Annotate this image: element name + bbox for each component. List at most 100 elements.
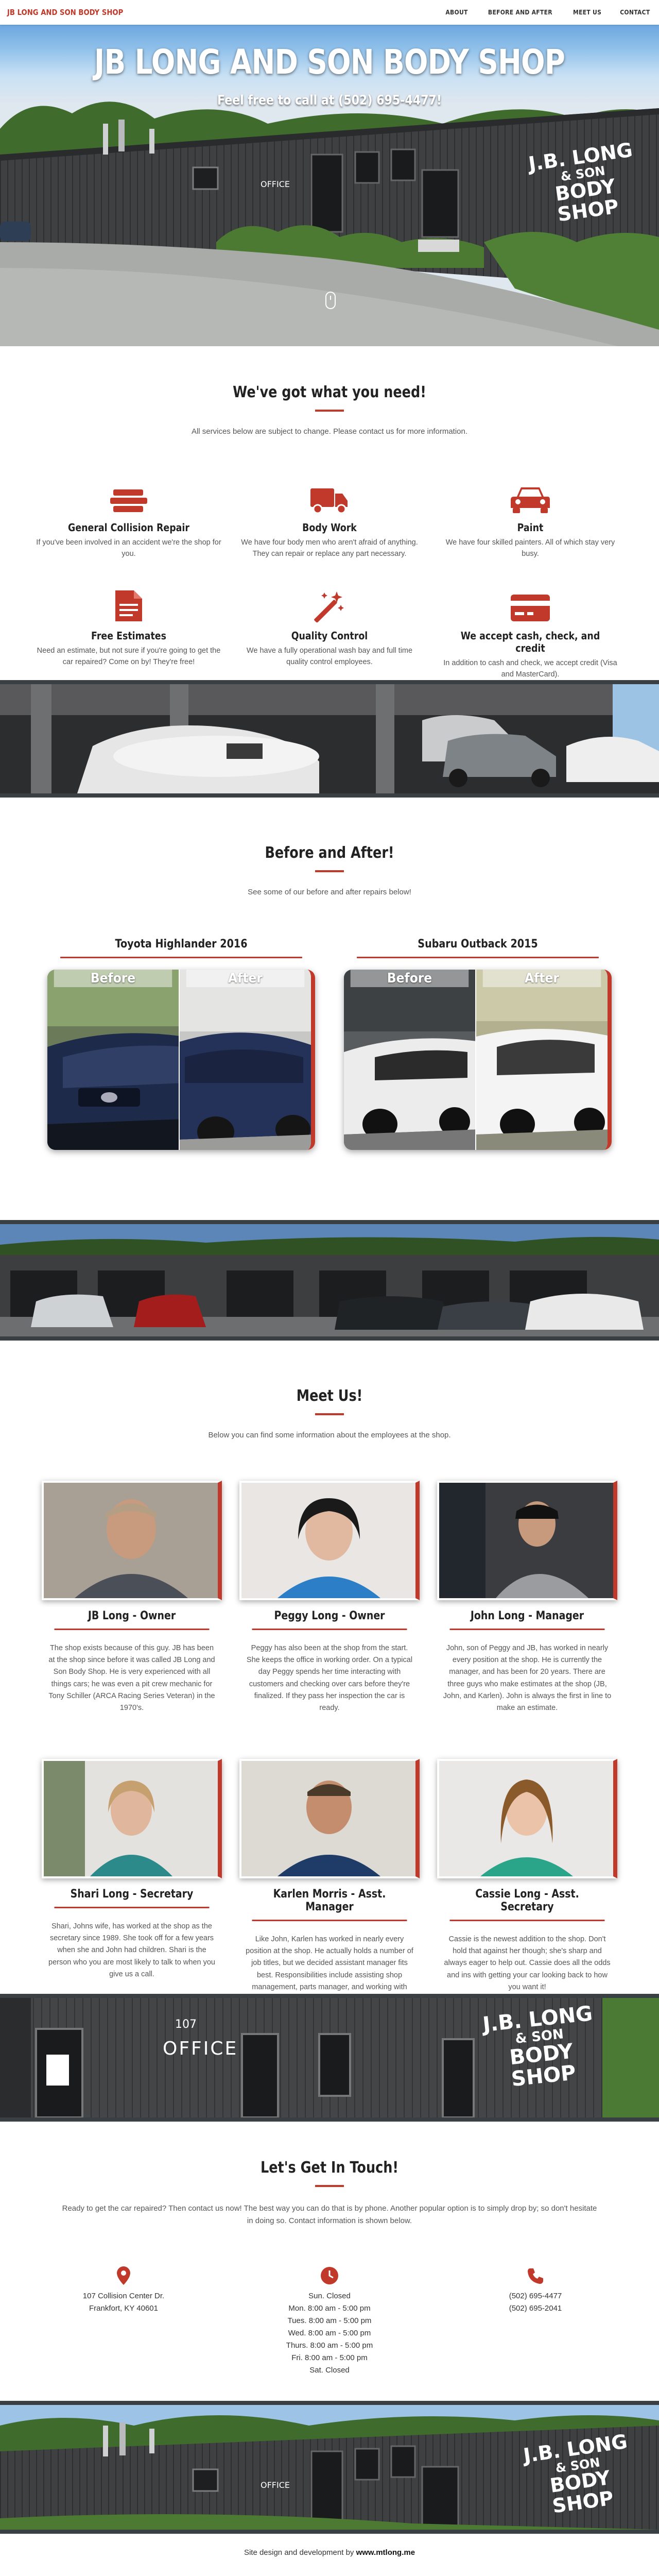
hours-sat: Sat. Closed [309,2366,350,2375]
contact-intro: Ready to get the car repaired? Then cont… [62,2204,597,2225]
phone-link-secondary[interactable]: (502) 695-2041 [443,2302,628,2315]
before-after-divider [315,870,344,872]
before-after-card-highlander: Toyota Highlander 2016 Before After [42,938,320,1150]
nav-item-before-after[interactable]: BEFORE AND AFTER [488,9,552,16]
avatar [42,1481,222,1600]
bottom-building-banner: OFFICE J.B. LONG & SON BODY SHOP [0,2401,659,2534]
office-number: 107 [175,2018,197,2031]
hero: J.B. LONG & SON BODY SHOP OFFICE JB LONG… [0,0,659,346]
footer-credit: Site design and development by [244,2548,354,2557]
bottom-office-label: OFFICE [261,2480,290,2490]
avatar [437,1481,617,1600]
contact-address: 107 Collision Center Dr. Frankfort, KY 4… [31,2263,216,2377]
brand-link[interactable]: JB LONG AND SON BODY SHOP [7,8,123,17]
meet-divider [315,1413,344,1415]
meet-intro: Below you can find some information abou… [208,1431,451,1439]
before-after-section: Before and After! See some of our before… [0,798,659,1220]
office-sign: J.B. LONG & SON BODY SHOP [470,2002,612,2094]
before-photo: Before [47,970,179,1150]
member-bio: John, son of Peggy and JB, has worked in… [443,1644,612,1712]
service-title: We accept cash, check, and credit [460,630,600,654]
service-general-collision: General Collision Repair If you've been … [31,481,227,589]
service-title: Free Estimates [91,630,166,642]
avatar [42,1759,222,1878]
member-name: John Long - Manager [449,1609,605,1630]
comparison-slider[interactable]: Before After [47,970,315,1150]
hero-title: JB LONG AND SON BODY SHOP [94,42,565,82]
member-bio: Cassie is the newest addition to the sho… [444,1935,611,1991]
member-name: JB Long - Owner [54,1609,210,1630]
address-line-2: Frankfort, KY 40601 [89,2304,158,2313]
about-intro: All services below are subject to change… [191,427,468,436]
member-bio: Shari, Johns wife, has worked at the sho… [48,1922,215,1978]
meet-us-section: Meet Us! Below you can find some informa… [0,1341,659,2003]
after-photo: After [476,970,608,1150]
office-banner: 107 OFFICE J.B. LONG & SON BODY SHOP [0,1994,659,2122]
contact-heading: Let's Get In Touch! [261,2159,398,2177]
member-bio: The shop exists because of this guy. JB … [48,1644,215,1712]
meet-heading: Meet Us! [296,1387,363,1405]
phone-link-primary[interactable]: (502) 695-4477 [443,2290,628,2302]
member-bio: Peggy has also been at the shop from the… [246,1644,413,1712]
after-label: After [186,970,305,987]
contact-divider [315,2185,344,2187]
hours-mon: Mon. 8:00 am - 5:00 pm [288,2304,371,2313]
footer-link[interactable]: www.mtlong.me [356,2548,415,2557]
document-icon [36,589,221,622]
parking-lot-banner [0,680,659,798]
member-name: Karlen Morris - Asst. Manager [252,1888,407,1921]
before-after-intro: See some of our before and after repairs… [248,888,411,896]
stack-icon [36,481,221,514]
nav-item-about[interactable]: ABOUT [446,9,468,16]
contact-section: Let's Get In Touch! Ready to get the car… [0,2122,659,2401]
services-grid: General Collision Repair If you've been … [0,481,659,698]
truck-icon [237,481,422,514]
avatar [239,1759,420,1878]
contact-hours: Sun. Closed Mon. 8:00 am - 5:00 pm Tues.… [237,2263,422,2377]
service-title: Body Work [302,521,357,534]
nav-menu: ABOUT BEFORE AND AFTER MEET US CONTACT [444,9,652,16]
service-title: Paint [517,521,544,534]
before-after-heading: Before and After! [265,844,394,862]
hours-wed: Wed. 8:00 am - 5:00 pm [288,2329,371,2337]
member-john-long: John Long - Manager John, son of Peggy a… [437,1481,617,1759]
phone-icon [443,2263,628,2285]
garage-banner [0,1220,659,1341]
address-line-1: 107 Collision Center Dr. [82,2292,165,2300]
car-icon [438,481,623,514]
before-after-card-outback: Subaru Outback 2015 Before After [339,938,617,1150]
hero-subtitle: Feel free to call at (502) 695-4477! [217,93,442,108]
map-marker-icon [31,2263,216,2285]
before-photo: Before [344,970,475,1150]
service-body-work: Body Work We have four body men who aren… [232,481,427,589]
service-title: General Collision Repair [68,521,189,534]
contact-phones: (502) 695-4477 (502) 695-2041 [443,2263,628,2377]
garage-photo [0,1224,659,1336]
service-text: In addition to cash and check, we accept… [443,659,617,679]
member-name: Cassie Long - Asst. Secretary [449,1888,605,1921]
service-paint: Paint We have four skilled painters. All… [432,481,628,589]
before-label: Before [350,970,469,987]
credit-card-icon [438,589,623,622]
parking-lot-photo [0,684,659,793]
service-title: Quality Control [291,630,368,642]
comparison-slider[interactable]: Before After [344,970,612,1150]
avatar [239,1481,420,1600]
member-peggy-long: Peggy Long - Owner Peggy has also been a… [239,1481,420,1759]
nav-item-meet-us[interactable]: MEET US [573,9,601,16]
hours-tue: Tues. 8:00 am - 5:00 pm [287,2316,372,2325]
service-text: We have a fully operational wash bay and… [246,647,413,667]
before-label: Before [54,970,172,987]
service-text: We have four body men who aren't afraid … [241,538,418,558]
before-after-gallery: Toyota Highlander 2016 Before After Suba… [0,938,659,1150]
hours-fri: Fri. 8:00 am - 5:00 pm [291,2353,368,2362]
scroll-down-indicator[interactable] [325,292,336,309]
service-text: Need an estimate, but not sure if you're… [37,647,221,667]
car-title: Toyota Highlander 2016 [60,938,302,958]
clock-icon [237,2263,422,2285]
nav-item-contact[interactable]: CONTACT [620,9,650,16]
avatar [437,1759,617,1878]
member-jb-long: JB Long - Owner The shop exists because … [42,1481,222,1759]
hours-sun: Sun. Closed [308,2292,351,2300]
about-section: We've got what you need! All services be… [0,346,659,680]
